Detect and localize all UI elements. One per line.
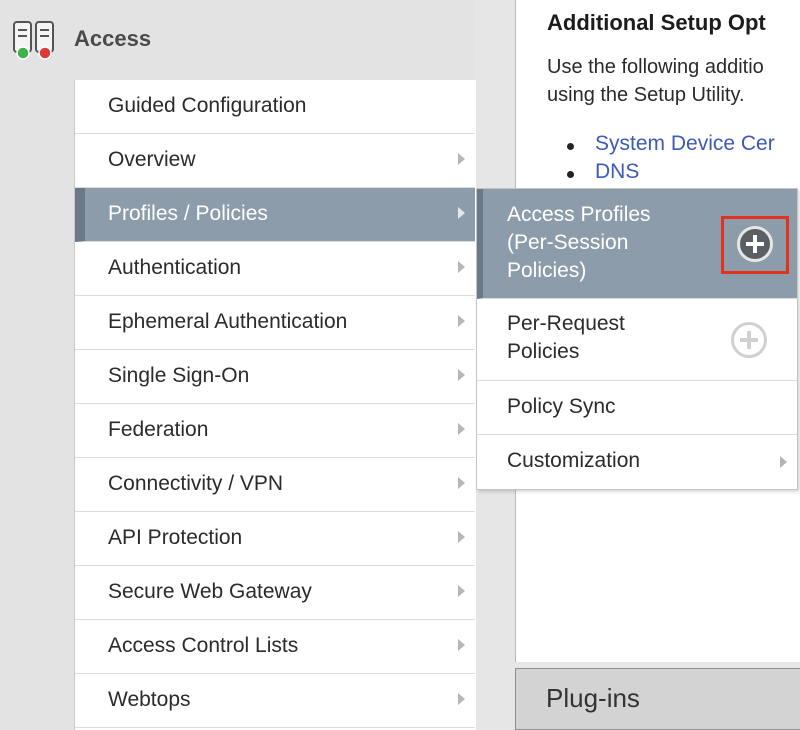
menu-item-overview[interactable]: Overview <box>75 134 475 188</box>
menu-item-secure-web-gateway[interactable]: Secure Web Gateway <box>75 566 475 620</box>
submenu-item-label: Per-Request <box>507 312 625 335</box>
chevron-right-icon <box>458 585 465 597</box>
chevron-right-icon <box>458 261 465 273</box>
submenu-item-label: (Per-Session <box>507 231 629 254</box>
description-line: Use the following additio <box>547 56 764 78</box>
description-line: using the Setup Utility. <box>547 84 745 106</box>
menu-item-label: Webtops <box>108 688 191 711</box>
menu-item-label: Guided Configuration <box>108 94 307 117</box>
menu-item-label: Federation <box>108 418 209 441</box>
menu-item-label: Ephemeral Authentication <box>108 310 348 333</box>
submenu-item-label: Policy Sync <box>507 395 616 418</box>
main-menu: Guided Configuration Overview Profiles /… <box>74 80 476 730</box>
access-servers-icon <box>13 21 54 60</box>
menu-item-label: Overview <box>108 148 196 171</box>
submenu-item-customization[interactable]: Customization <box>477 435 797 489</box>
menu-item-federation[interactable]: Federation <box>75 404 475 458</box>
plugins-section-header[interactable]: Plug-ins <box>515 668 800 730</box>
left-panel: Access Guided Configuration Overview Pro… <box>0 0 476 730</box>
submenu-item-policy-sync[interactable]: Policy Sync <box>477 381 797 435</box>
create-access-profile-plus-icon[interactable] <box>737 226 773 262</box>
menu-item-ephemeral-authentication[interactable]: Ephemeral Authentication <box>75 296 475 350</box>
submenu-item-label: Customization <box>507 449 641 472</box>
menu-item-label: Authentication <box>108 256 242 279</box>
submenu-item-label: Access Profiles <box>507 203 651 226</box>
setup-links-list: System Device Cer DNS <box>547 132 775 188</box>
menu-item-guided-configuration[interactable]: Guided Configuration <box>75 80 475 134</box>
content-title: Additional Setup Opt <box>547 10 766 35</box>
dns-link[interactable]: DNS <box>595 160 639 183</box>
chevron-right-icon <box>458 153 465 165</box>
submenu-item-access-profiles[interactable]: Access Profiles (Per-Session Policies) <box>477 189 797 299</box>
menu-item-webtops[interactable]: Webtops <box>75 674 475 728</box>
chevron-right-icon <box>458 423 465 435</box>
submenu-item-label: Policies) <box>507 259 587 282</box>
access-header[interactable]: Access <box>0 0 474 80</box>
chevron-right-icon <box>458 207 465 219</box>
content-description: Use the following additio using the Setu… <box>547 53 764 109</box>
create-per-request-policy-plus-icon[interactable] <box>731 322 767 358</box>
system-device-link[interactable]: System Device Cer <box>595 132 775 155</box>
submenu-item-per-request-policies[interactable]: Per-Request Policies <box>477 299 797 381</box>
submenu-item-label: Policies <box>507 340 580 363</box>
profiles-policies-submenu: Access Profiles (Per-Session Policies) P… <box>476 188 798 490</box>
list-item: System Device Cer <box>547 132 775 160</box>
menu-item-label: Single Sign-On <box>108 364 250 387</box>
menu-item-profiles-policies[interactable]: Profiles / Policies <box>75 188 475 242</box>
menu-item-single-sign-on[interactable]: Single Sign-On <box>75 350 475 404</box>
chevron-right-icon <box>458 369 465 381</box>
menu-item-connectivity-vpn[interactable]: Connectivity / VPN <box>75 458 475 512</box>
menu-item-authentication[interactable]: Authentication <box>75 242 475 296</box>
menu-item-label: API Protection <box>108 526 243 549</box>
menu-item-label: Secure Web Gateway <box>108 580 312 603</box>
menu-item-label: Access Control Lists <box>108 634 299 657</box>
chevron-right-icon <box>458 639 465 651</box>
menu-item-api-protection[interactable]: API Protection <box>75 512 475 566</box>
chevron-right-icon <box>458 315 465 327</box>
menu-item-access-control-lists[interactable]: Access Control Lists <box>75 620 475 674</box>
plugins-label: Plug-ins <box>546 683 640 713</box>
chevron-right-icon <box>458 477 465 489</box>
access-title: Access <box>74 26 152 51</box>
chevron-right-icon <box>458 693 465 705</box>
chevron-right-icon <box>780 456 787 468</box>
list-item: DNS <box>547 160 775 188</box>
menu-item-label: Profiles / Policies <box>108 202 268 225</box>
menu-item-label: Connectivity / VPN <box>108 472 284 495</box>
chevron-right-icon <box>458 531 465 543</box>
